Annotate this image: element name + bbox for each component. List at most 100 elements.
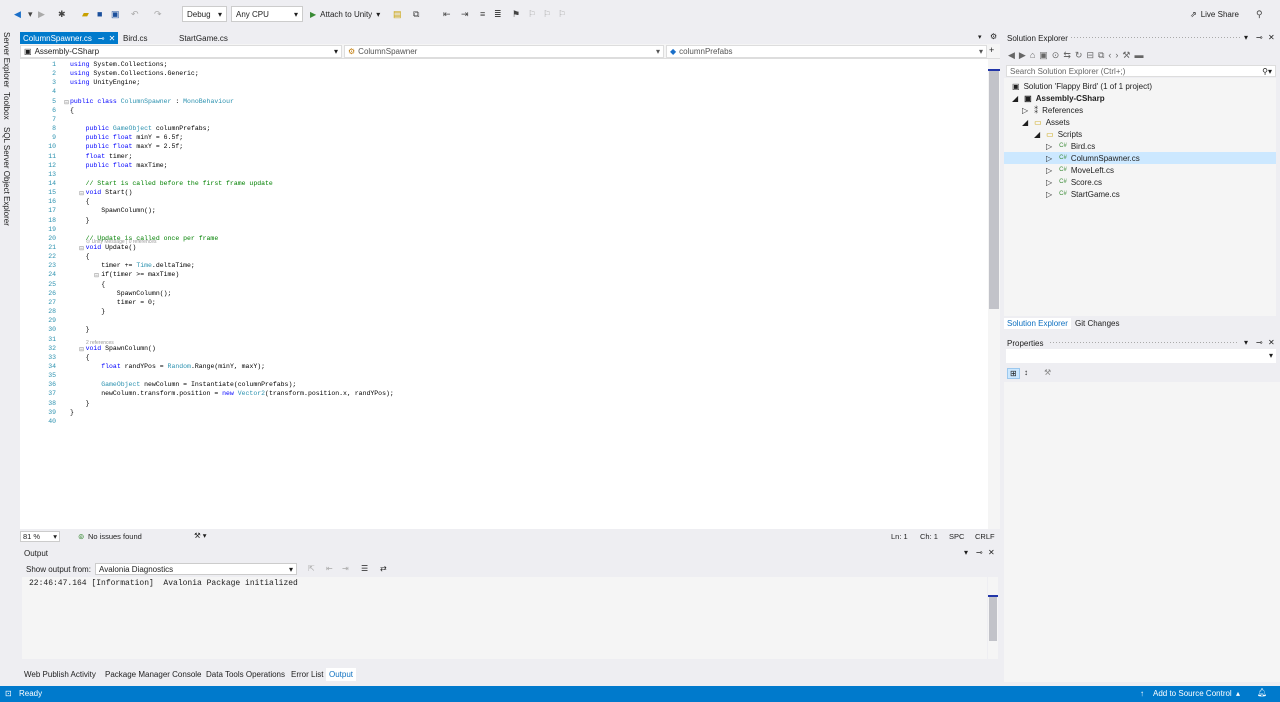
- tab-git-changes[interactable]: Git Changes: [1075, 319, 1119, 328]
- chevron-down-icon[interactable]: ▾: [1244, 338, 1248, 347]
- back-icon[interactable]: ◀: [1008, 50, 1019, 60]
- preview-icon[interactable]: ▬: [1135, 50, 1148, 60]
- open-icon[interactable]: ▰: [82, 6, 89, 22]
- tab-error-list[interactable]: Error List: [291, 670, 323, 679]
- close-icon[interactable]: ✕: [988, 548, 995, 557]
- forward-icon[interactable]: ▶: [1019, 50, 1030, 60]
- editor-scrollbar[interactable]: [988, 59, 1000, 529]
- tab-solution-explorer[interactable]: Solution Explorer: [1004, 318, 1071, 329]
- platform-select[interactable]: Any CPU ▾: [231, 6, 303, 22]
- close-icon[interactable]: ✕: [1268, 338, 1275, 347]
- back-icon[interactable]: ◀: [14, 6, 21, 22]
- collapse-icon[interactable]: ⊟: [79, 245, 84, 252]
- code-line[interactable]: {: [70, 354, 90, 361]
- code-line[interactable]: public GameObject columnPrefabs;: [70, 125, 211, 132]
- tab-sql-server-object-explorer[interactable]: SQL Server Object Explorer: [2, 127, 11, 226]
- whitespace-indicator[interactable]: SPC: [949, 532, 964, 541]
- pin-icon[interactable]: ⊸: [976, 548, 983, 557]
- zoom-select[interactable]: 81 % ▾: [20, 531, 60, 542]
- code-line[interactable]: {: [70, 281, 105, 288]
- output-scrollbar[interactable]: [988, 577, 998, 659]
- code-line[interactable]: public class ColumnSpawner : MonoBehavio…: [70, 98, 234, 105]
- code-line[interactable]: float randYPos = Random.Range(minY, maxY…: [70, 363, 265, 370]
- brush-icon[interactable]: ⚒ ▾: [194, 531, 207, 540]
- code-line[interactable]: {: [70, 253, 90, 260]
- forward-icon[interactable]: ▶: [38, 6, 45, 22]
- property-pages-icon[interactable]: ⚒: [1044, 368, 1051, 377]
- tree-item-assembly-csharp[interactable]: ◢ ▣ Assembly-CSharp: [1012, 92, 1105, 104]
- column-indicator[interactable]: Ch: 1: [920, 532, 938, 541]
- categorized-icon[interactable]: ⊞: [1007, 368, 1020, 379]
- save-all-icon[interactable]: ▣: [111, 6, 120, 22]
- code-line[interactable]: if(timer >= maxTime): [70, 271, 179, 278]
- code-line[interactable]: SpawnColumn();: [70, 290, 172, 297]
- code-line[interactable]: {: [70, 107, 74, 114]
- tree-item-startgame[interactable]: ▷ C# StartGame.cs: [1046, 188, 1120, 200]
- tab-columnspawner[interactable]: ColumnSpawner.cs ⊸ ✕: [20, 32, 118, 44]
- code-line[interactable]: }: [70, 308, 105, 315]
- tree-item-references[interactable]: ▷ ⁑ References: [1022, 104, 1083, 116]
- tab-toolbox[interactable]: Toolbox: [2, 92, 11, 120]
- tree-item-bird[interactable]: ▷ C# Bird.cs: [1046, 140, 1095, 152]
- clear-bookmarks-icon[interactable]: ⚐: [558, 6, 566, 22]
- attach-to-unity-button[interactable]: ▶ Attach to Unity ▾: [310, 6, 380, 22]
- comment-icon[interactable]: ≡: [480, 6, 485, 22]
- code-line[interactable]: using System.Collections.Generic;: [70, 70, 199, 77]
- project-select[interactable]: ▣ Assembly-CSharp ▾: [20, 45, 342, 58]
- code-line[interactable]: }: [70, 409, 74, 416]
- code-line[interactable]: timer = 0;: [70, 299, 156, 306]
- properties-icon[interactable]: ⚒: [1122, 50, 1134, 60]
- tab-data-tools-operations[interactable]: Data Tools Operations: [206, 670, 285, 679]
- scrollbar-thumb[interactable]: [989, 597, 997, 641]
- clear-all-icon[interactable]: ☰: [361, 564, 368, 573]
- close-icon[interactable]: ✕: [1268, 33, 1275, 42]
- code-line[interactable]: SpawnColumn();: [70, 207, 156, 214]
- code-line[interactable]: }: [70, 326, 90, 333]
- word-wrap-icon[interactable]: ⇄: [380, 564, 387, 573]
- line-indicator[interactable]: Ln: 1: [891, 532, 908, 541]
- tab-web-publish-activity[interactable]: Web Publish Activity: [24, 670, 96, 679]
- code-line[interactable]: using System.Collections;: [70, 61, 168, 68]
- code-line[interactable]: float timer;: [70, 153, 133, 160]
- show-all-files-icon[interactable]: ⧉: [1098, 50, 1108, 60]
- pin-icon[interactable]: ⊸: [1256, 33, 1263, 42]
- code-editor[interactable]: 1 using System.Collections; 2 using System.…: [20, 59, 988, 529]
- switch-views-icon[interactable]: ▣: [1039, 50, 1052, 60]
- tab-startgame[interactable]: StartGame.cs: [176, 32, 231, 44]
- solution-tree[interactable]: ▣ Solution 'Flappy Bird' (1 of 1 project)…: [1004, 78, 1276, 316]
- redo-icon[interactable]: ↷: [154, 6, 162, 22]
- tree-item-score[interactable]: ▷ C# Score.cs: [1046, 176, 1102, 188]
- live-share-button[interactable]: ⇗ Live Share: [1190, 6, 1239, 22]
- next-bookmark-icon[interactable]: ⚐: [543, 6, 551, 22]
- scrollbar-thumb[interactable]: [989, 69, 999, 309]
- tab-package-manager-console[interactable]: Package Manager Console: [105, 670, 202, 679]
- configuration-select[interactable]: Debug ▾: [182, 6, 227, 22]
- properties-object-select[interactable]: ▾: [1006, 349, 1276, 363]
- screenshot-icon[interactable]: ⧉: [413, 6, 419, 22]
- collapse-icon[interactable]: ⊟: [79, 346, 84, 353]
- code-line[interactable]: public float maxTime;: [70, 162, 168, 169]
- prev-message-icon[interactable]: ⇤: [326, 564, 333, 573]
- split-icon[interactable]: +: [989, 45, 994, 55]
- code-line[interactable]: public float minY = 6.5f;: [70, 134, 184, 141]
- type-select[interactable]: ⚙ ColumnSpawner ▾: [344, 45, 664, 58]
- tree-item-assets[interactable]: ◢ ▭ Assets: [1022, 116, 1070, 128]
- output-source-select[interactable]: Avalonia Diagnostics ▾: [95, 563, 297, 575]
- refresh-icon[interactable]: ↻: [1075, 50, 1087, 60]
- codelens-hint[interactable]: ⊙ Unity Message | 0 references: [86, 239, 157, 245]
- code-line[interactable]: GameObject newColumn = Instantiate(colum…: [70, 381, 296, 388]
- collapse-all-icon[interactable]: ⊟: [1086, 50, 1098, 60]
- add-to-source-control[interactable]: Add to Source Control: [1153, 689, 1232, 698]
- line-ending-indicator[interactable]: CRLF: [975, 532, 995, 541]
- feedback-icon[interactable]: ⚲: [1256, 6, 1263, 22]
- tree-item-solution[interactable]: ▣ Solution 'Flappy Bird' (1 of 1 project): [1012, 80, 1152, 92]
- code-line[interactable]: timer += Time.deltaTime;: [70, 262, 195, 269]
- folder-icon[interactable]: ▤: [393, 6, 402, 22]
- collapse-icon[interactable]: ⊟: [94, 272, 99, 279]
- find-icon[interactable]: ⇱: [308, 564, 315, 573]
- save-icon[interactable]: ■: [97, 6, 102, 22]
- prev-bookmark-icon[interactable]: ⚐: [528, 6, 536, 22]
- issues-status[interactable]: No issues found: [88, 532, 142, 541]
- pin-icon[interactable]: ⊸: [1256, 338, 1263, 347]
- member-select[interactable]: ◆ columnPrefabs ▾: [666, 45, 987, 58]
